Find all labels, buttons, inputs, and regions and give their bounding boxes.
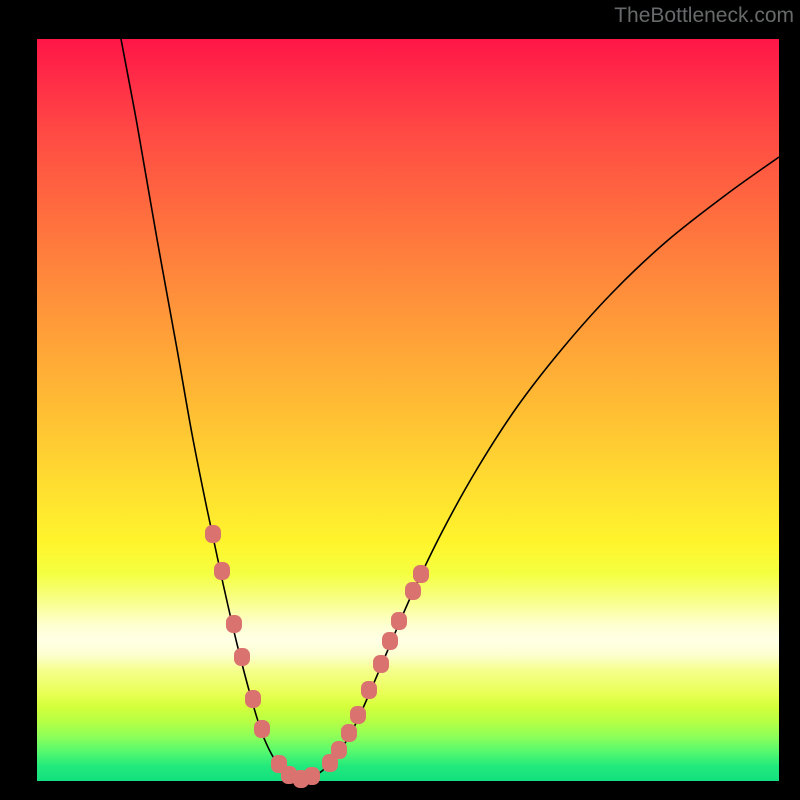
curve-marker [205,525,221,543]
curve-marker [234,648,250,666]
curve-marker [373,655,389,673]
curve-marker [226,615,242,633]
curve-marker [214,562,230,580]
curve-marker [382,632,398,650]
watermark-text: TheBottleneck.com [614,4,794,28]
curve-marker [350,706,366,724]
marker-layer [37,39,779,781]
curve-marker [405,582,421,600]
curve-marker [391,612,407,630]
curve-marker [413,565,429,583]
curve-marker [304,767,320,785]
curve-marker [331,741,347,759]
curve-marker [361,681,377,699]
curve-marker [254,720,270,738]
curve-marker [245,690,261,708]
curve-marker [341,724,357,742]
